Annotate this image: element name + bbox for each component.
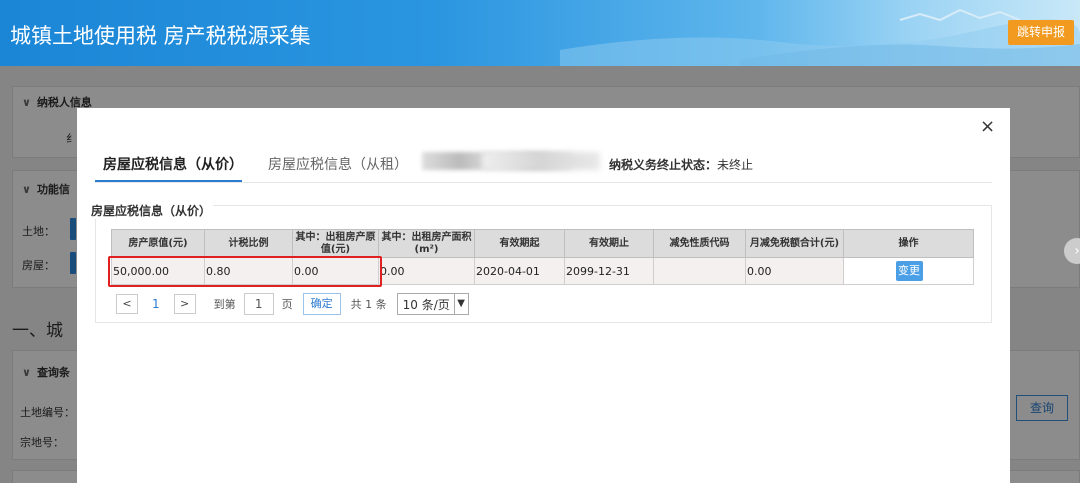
column-header: 计税比例 — [204, 229, 293, 258]
page-size-value: 10 条/页 — [402, 297, 450, 312]
tab-rental[interactable]: 房屋应税信息（从租） — [268, 154, 408, 174]
highlight-box — [108, 256, 382, 287]
pagination: < 1 > 到第 1 页 确定 共 1 条 10 条/页 ▼ — [116, 293, 469, 315]
total-count: 共 1 条 — [350, 298, 387, 311]
jump-to-declare-button[interactable]: 跳转申报 — [1008, 20, 1074, 45]
tax-info-modal: × 房屋应税信息（从价） 房屋应税信息（从租） 纳税义务终止状态：未终止 房屋应… — [77, 108, 1010, 483]
app-header: 城镇土地使用税 房产税税源采集 跳转申报 — [0, 0, 1080, 66]
confirm-button[interactable]: 确定 — [302, 293, 341, 315]
status-label: 纳税义务终止状态： — [609, 158, 718, 172]
cell-exemption-code — [653, 257, 746, 285]
cell-valid-from: 2020-04-01 — [474, 257, 565, 285]
prev-page-button[interactable]: < — [116, 294, 138, 314]
page-number[interactable]: 1 — [152, 297, 160, 311]
redacted-info — [482, 152, 600, 170]
column-header: 减免性质代码 — [653, 229, 746, 258]
column-header: 其中：出租房产面积(m²) — [378, 229, 475, 258]
goto-page-input[interactable]: 1 — [243, 293, 274, 315]
column-header: 操作 — [843, 229, 974, 258]
cell-rental-area: 0.00 — [378, 257, 475, 285]
close-icon[interactable]: × — [980, 116, 995, 137]
column-header: 其中：出租房产原值(元) — [292, 229, 379, 258]
chevron-down-icon: ▼ — [453, 294, 468, 314]
great-wall-illustration — [560, 8, 1080, 66]
tab-ad-valorem[interactable]: 房屋应税信息（从价） — [103, 154, 243, 174]
termination-status: 纳税义务终止状态：未终止 — [609, 156, 753, 173]
column-header: 月减免税额合计(元) — [745, 229, 844, 258]
cell-operation: 变更 — [843, 257, 974, 285]
page-unit-label: 页 — [281, 298, 293, 311]
column-header: 房产原值(元) — [111, 229, 205, 258]
column-header: 有效期起 — [474, 229, 565, 258]
page-size-select[interactable]: 10 条/页 ▼ — [396, 293, 469, 315]
cell-valid-to: 2099-12-31 — [564, 257, 654, 285]
fieldset-title: 房屋应税信息（从价） — [89, 202, 214, 219]
status-value: 未终止 — [717, 158, 754, 172]
column-header: 有效期止 — [564, 229, 654, 258]
goto-label: 到第 — [213, 298, 236, 311]
change-button[interactable]: 变更 — [895, 261, 923, 281]
next-page-button[interactable]: > — [173, 294, 196, 314]
table-header-row: 房产原值(元) 计税比例 其中：出租房产原值(元) 其中：出租房产面积(m²) … — [111, 229, 974, 258]
page-title: 城镇土地使用税 房产税税源采集 — [10, 24, 311, 48]
cell-monthly-exemption: 0.00 — [745, 257, 844, 285]
tabs-divider — [95, 182, 992, 183]
